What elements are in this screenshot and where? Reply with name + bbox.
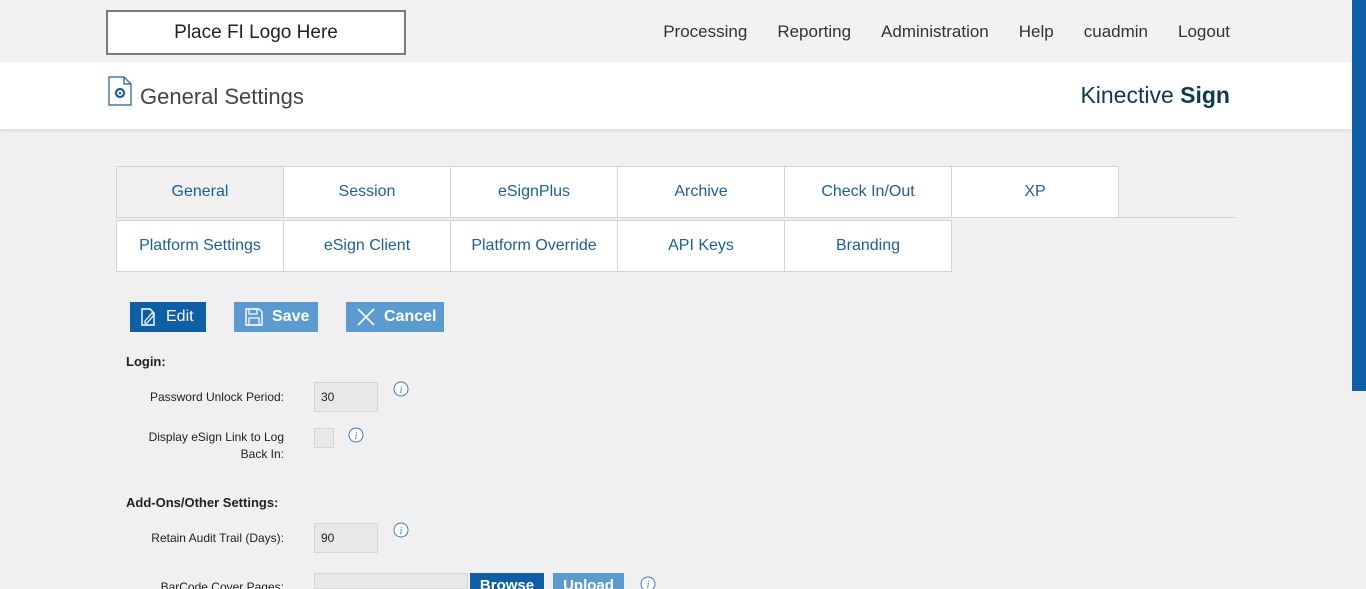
tab-branding[interactable]: Branding	[784, 220, 952, 272]
upload-button[interactable]: Upload	[553, 573, 624, 589]
title-bar: General Settings Kinective Sign	[0, 62, 1352, 129]
settings-document-icon	[108, 76, 132, 106]
brand-name-light: Kinective	[1080, 82, 1174, 108]
display-link-info-icon[interactable]: i	[348, 427, 364, 443]
fi-logo-placeholder: Place FI Logo Here	[106, 10, 406, 55]
page-scrollbar[interactable]	[1352, 0, 1366, 589]
addons-section-heading: Add-Ons/Other Settings:	[126, 495, 279, 510]
nav-administration[interactable]: Administration	[881, 22, 989, 42]
display-link-label: Display eSign Link to Log Back In:	[128, 429, 284, 463]
svg-text:i: i	[355, 431, 358, 442]
password-unlock-input[interactable]: 30	[314, 382, 378, 412]
display-link-label-line1: Display eSign Link to Log	[148, 430, 284, 444]
retain-audit-info-icon[interactable]: i	[393, 522, 409, 538]
password-unlock-info-icon[interactable]: i	[393, 381, 409, 397]
retain-audit-input[interactable]: 90	[314, 523, 378, 553]
display-link-checkbox[interactable]	[314, 428, 334, 448]
tab-session[interactable]: Session	[283, 166, 451, 218]
brand-name-bold: Sign	[1180, 82, 1230, 108]
nav-logout[interactable]: Logout	[1178, 22, 1230, 42]
save-button[interactable]: Save	[234, 302, 318, 332]
save-button-label: Save	[272, 308, 310, 325]
scrollbar-thumb[interactable]	[1352, 0, 1366, 391]
login-section-heading: Login:	[126, 354, 166, 369]
svg-text:i: i	[647, 580, 650, 589]
edit-button-label: Edit	[166, 308, 194, 325]
top-bar: Place FI Logo Here Processing Reporting …	[0, 0, 1366, 62]
cancel-button-label: Cancel	[384, 308, 437, 325]
tab-api-keys[interactable]: API Keys	[617, 220, 785, 272]
brand-logo: Kinective Sign	[1080, 82, 1230, 109]
svg-text:i: i	[400, 385, 403, 396]
browse-button[interactable]: Browse	[470, 573, 544, 589]
close-icon	[357, 308, 375, 326]
save-icon	[245, 308, 263, 326]
tab-divider	[116, 217, 1236, 218]
nav-reporting[interactable]: Reporting	[777, 22, 851, 42]
retain-audit-label: Retain Audit Trail (Days):	[151, 531, 284, 545]
tab-platform-settings[interactable]: Platform Settings	[116, 220, 284, 272]
main-nav: Processing Reporting Administration Help…	[633, 22, 1230, 42]
tab-platform-override[interactable]: Platform Override	[450, 220, 618, 272]
tab-row-2: Platform Settings eSign Client Platform …	[116, 220, 1236, 272]
tab-general[interactable]: General	[116, 166, 284, 218]
settings-tabs: General Session eSignPlus Archive Check …	[116, 166, 1236, 272]
barcode-file-input[interactable]	[314, 573, 468, 589]
barcode-info-icon[interactable]: i	[640, 576, 656, 589]
nav-user[interactable]: cuadmin	[1084, 22, 1148, 42]
edit-button[interactable]: Edit	[130, 302, 206, 332]
tab-esign-client[interactable]: eSign Client	[283, 220, 451, 272]
svg-text:i: i	[400, 526, 403, 537]
page-title: General Settings	[140, 84, 304, 109]
tab-esignplus[interactable]: eSignPlus	[450, 166, 618, 218]
cancel-button[interactable]: Cancel	[346, 302, 444, 332]
tab-xp[interactable]: XP	[951, 166, 1119, 218]
tab-row-1: General Session eSignPlus Archive Check …	[116, 166, 1236, 218]
tab-check-in-out[interactable]: Check In/Out	[784, 166, 952, 218]
edit-icon	[141, 308, 155, 326]
barcode-label: BarCode Cover Pages:	[160, 580, 284, 589]
nav-help[interactable]: Help	[1019, 22, 1054, 42]
display-link-label-line2: Back In:	[240, 447, 284, 461]
nav-processing[interactable]: Processing	[663, 22, 747, 42]
password-unlock-label: Password Unlock Period:	[149, 390, 284, 404]
tab-archive[interactable]: Archive	[617, 166, 785, 218]
